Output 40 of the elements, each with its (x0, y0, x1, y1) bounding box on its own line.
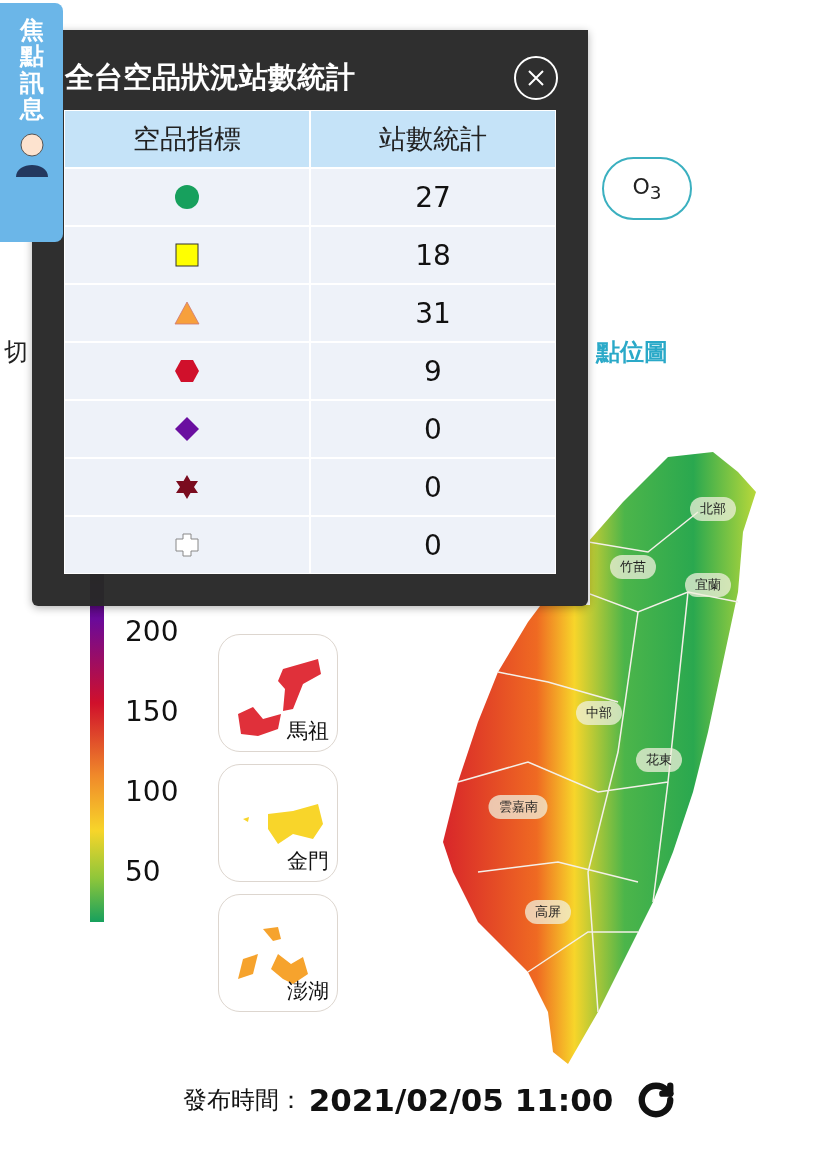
island-name: 馬祖 (287, 718, 330, 745)
switch-label: 切 (4, 337, 28, 368)
region-label[interactable]: 北部 (690, 497, 737, 521)
region-label[interactable]: 花東 (636, 748, 683, 772)
publish-label: 發布時間： (182, 1085, 303, 1116)
count-cell: 27 (311, 169, 555, 225)
count-cell: 0 (311, 517, 555, 573)
cross-icon (174, 532, 200, 558)
circle-icon (174, 184, 200, 210)
publish-time: 2021/02/05 11:00 (308, 1082, 614, 1118)
region-label[interactable]: 雲嘉南 (488, 795, 548, 819)
count-cell: 0 (311, 459, 555, 515)
region-label[interactable]: 中部 (576, 701, 623, 725)
triangle-icon (174, 300, 200, 326)
refresh-icon[interactable] (637, 1081, 676, 1119)
square-icon (174, 242, 200, 268)
island-name: 澎湖 (287, 978, 330, 1005)
scale-label: 50 (125, 854, 162, 890)
column-header: 站數統計 (311, 111, 555, 167)
count-cell: 31 (311, 285, 555, 341)
region-label[interactable]: 竹苗 (610, 555, 657, 579)
count-cell: 9 (311, 343, 555, 399)
region-label[interactable]: 高屏 (525, 900, 572, 924)
island-card[interactable]: 馬祖 (218, 634, 339, 752)
scale-label: 100 (125, 774, 179, 810)
diamond-icon (174, 416, 200, 442)
island-card[interactable]: 澎湖 (218, 894, 339, 1012)
count-cell: 18 (311, 227, 555, 283)
star-icon (174, 474, 200, 500)
region-label[interactable]: 宜蘭 (685, 573, 732, 597)
column-header: 空品指標 (65, 111, 309, 167)
island-card[interactable]: 金門 (218, 764, 339, 882)
close-button[interactable] (514, 56, 558, 100)
scale-label: 150 (125, 694, 179, 730)
island-name: 金門 (287, 848, 330, 875)
scale-label: 200 (125, 614, 179, 650)
count-cell: 0 (311, 401, 555, 457)
hexagon-icon (174, 358, 200, 384)
pollutant-button[interactable]: O$_{3}$ (602, 157, 692, 220)
dialog-title: 全台空品狀況站數統計 (65, 59, 355, 96)
